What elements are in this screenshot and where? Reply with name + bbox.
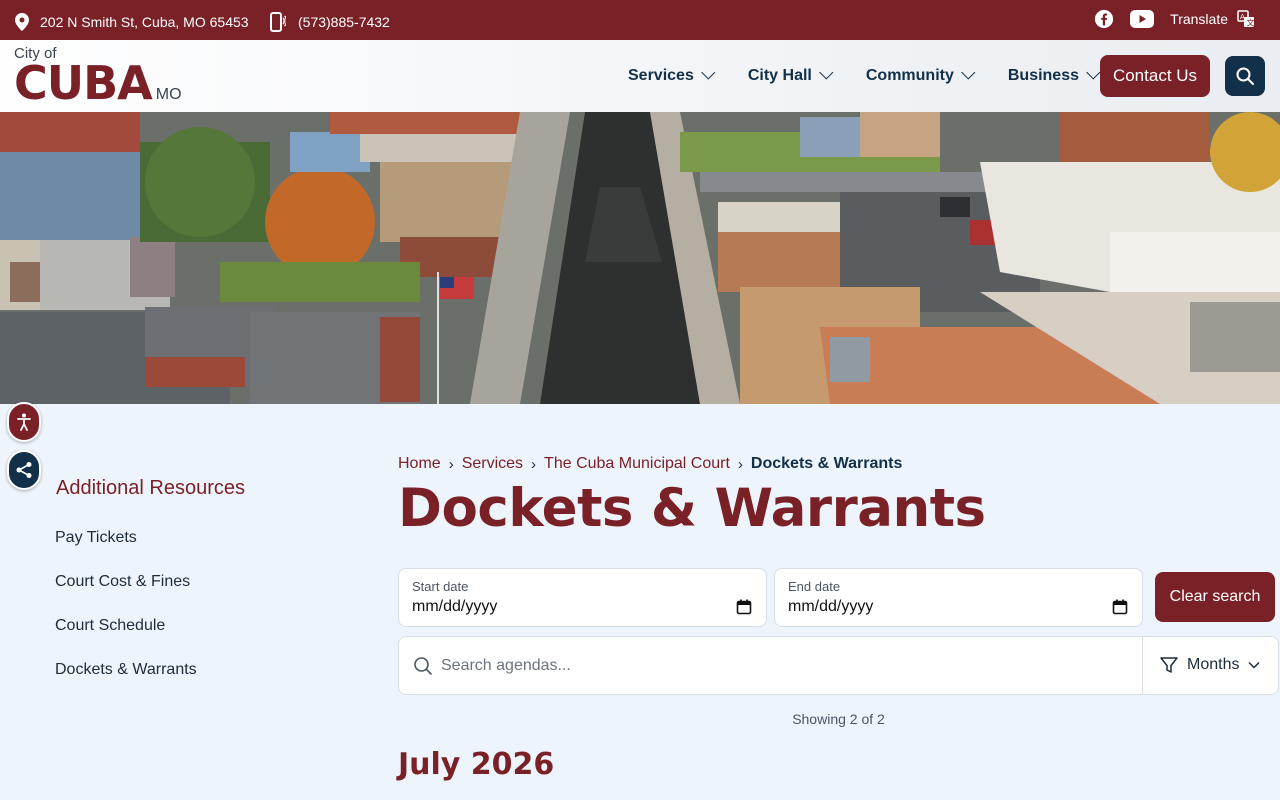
chevron-down-icon [1086,65,1101,80]
sidebar-title: Additional Resources [56,477,245,499]
end-date-value: mm/dd/yyyy [788,598,874,615]
map-pin-icon [12,12,32,32]
sidebar-item-court-schedule[interactable]: Court Schedule [55,617,165,635]
phone-text: (573)885-7432 [298,14,390,30]
address-text: 202 N Smith St, Cuba, MO 65453 [40,14,249,30]
share-button[interactable] [7,450,41,490]
facebook-icon[interactable] [1094,9,1114,29]
nav-label: City Hall [747,67,812,84]
translate-icon: 文A [1236,9,1256,29]
main-nav: Services City Hall Community Business [628,56,1133,96]
month-heading: July 2026 [398,747,555,782]
nav-city-hall[interactable]: City Hall [747,56,834,96]
calendar-icon[interactable] [736,599,752,620]
logo-mo: MO [155,86,182,103]
agenda-search-input[interactable]: Search agendas... [441,657,571,675]
calendar-icon[interactable] [1112,599,1128,620]
accessibility-icon [17,413,31,431]
phone-link[interactable]: (573)885-7432 [268,12,390,32]
breadcrumb-separator-icon: › [737,455,743,473]
end-date-label: End date [788,579,841,594]
search-icon [1236,67,1254,85]
sidebar-item-court-cost-fines[interactable]: Court Cost & Fines [55,573,190,591]
nav-label: Community [865,67,954,84]
breadcrumb-home[interactable]: Home [398,455,441,473]
sidebar-item-dockets-warrants[interactable]: Dockets & Warrants [55,661,197,679]
svg-text:A: A [1240,13,1245,21]
breadcrumb-separator-icon: › [448,455,454,473]
chevron-down-icon [1248,661,1260,669]
address-link[interactable]: 202 N Smith St, Cuba, MO 65453 [12,12,249,32]
agenda-search-bar: Search agendas... Months [398,636,1279,695]
breadcrumb-separator-icon: › [531,455,537,473]
chevron-down-icon [961,65,976,80]
breadcrumb: Home › Services › The Cuba Municipal Cou… [398,455,902,473]
nav-business[interactable]: Business [1007,56,1101,96]
page-title: Dockets & Warrants [398,478,986,539]
breadcrumb-current: Dockets & Warrants [750,455,903,472]
translate-button[interactable]: Translate 文A [1170,9,1256,29]
youtube-icon[interactable] [1130,9,1155,29]
clear-search-button[interactable]: Clear search [1155,572,1275,622]
end-date-field[interactable]: End date mm/dd/yyyy [774,568,1143,627]
filter-icon [1160,657,1178,673]
translate-label: Translate [1170,11,1228,27]
divider [1142,637,1143,694]
share-icon [16,462,32,478]
start-date-field[interactable]: Start date mm/dd/yyyy [398,568,767,627]
contact-us-button[interactable]: Contact Us [1100,55,1210,97]
months-label: Months [1187,656,1240,673]
chevron-down-icon [819,65,834,80]
breadcrumb-municipal-court[interactable]: The Cuba Municipal Court [544,455,730,473]
search-button[interactable] [1225,56,1265,96]
months-filter-dropdown[interactable]: Months [1159,655,1261,675]
breadcrumb-services[interactable]: Services [462,455,523,473]
utility-bar: 202 N Smith St, Cuba, MO 65453 (573)885-… [0,0,1280,40]
nav-label: Services [628,67,694,84]
svg-text:文: 文 [1247,18,1255,28]
nav-services[interactable]: Services [628,56,716,96]
hero-aerial-image [0,112,1280,404]
results-count: Showing 2 of 2 [792,711,885,727]
start-date-label: Start date [412,579,469,594]
site-logo[interactable]: City of CUBA MO [14,46,182,110]
nav-label: Business [1007,67,1079,84]
start-date-value: mm/dd/yyyy [412,598,498,615]
phone-icon [268,12,288,32]
site-header: City of CUBA MO Services City Hall Commun… [0,40,1280,112]
search-icon [413,656,433,681]
sidebar-item-pay-tickets[interactable]: Pay Tickets [55,529,137,547]
nav-community[interactable]: Community [865,56,976,96]
chevron-down-icon [701,65,716,80]
logo-cuba: CUBA [14,56,153,110]
accessibility-button[interactable] [7,402,41,442]
